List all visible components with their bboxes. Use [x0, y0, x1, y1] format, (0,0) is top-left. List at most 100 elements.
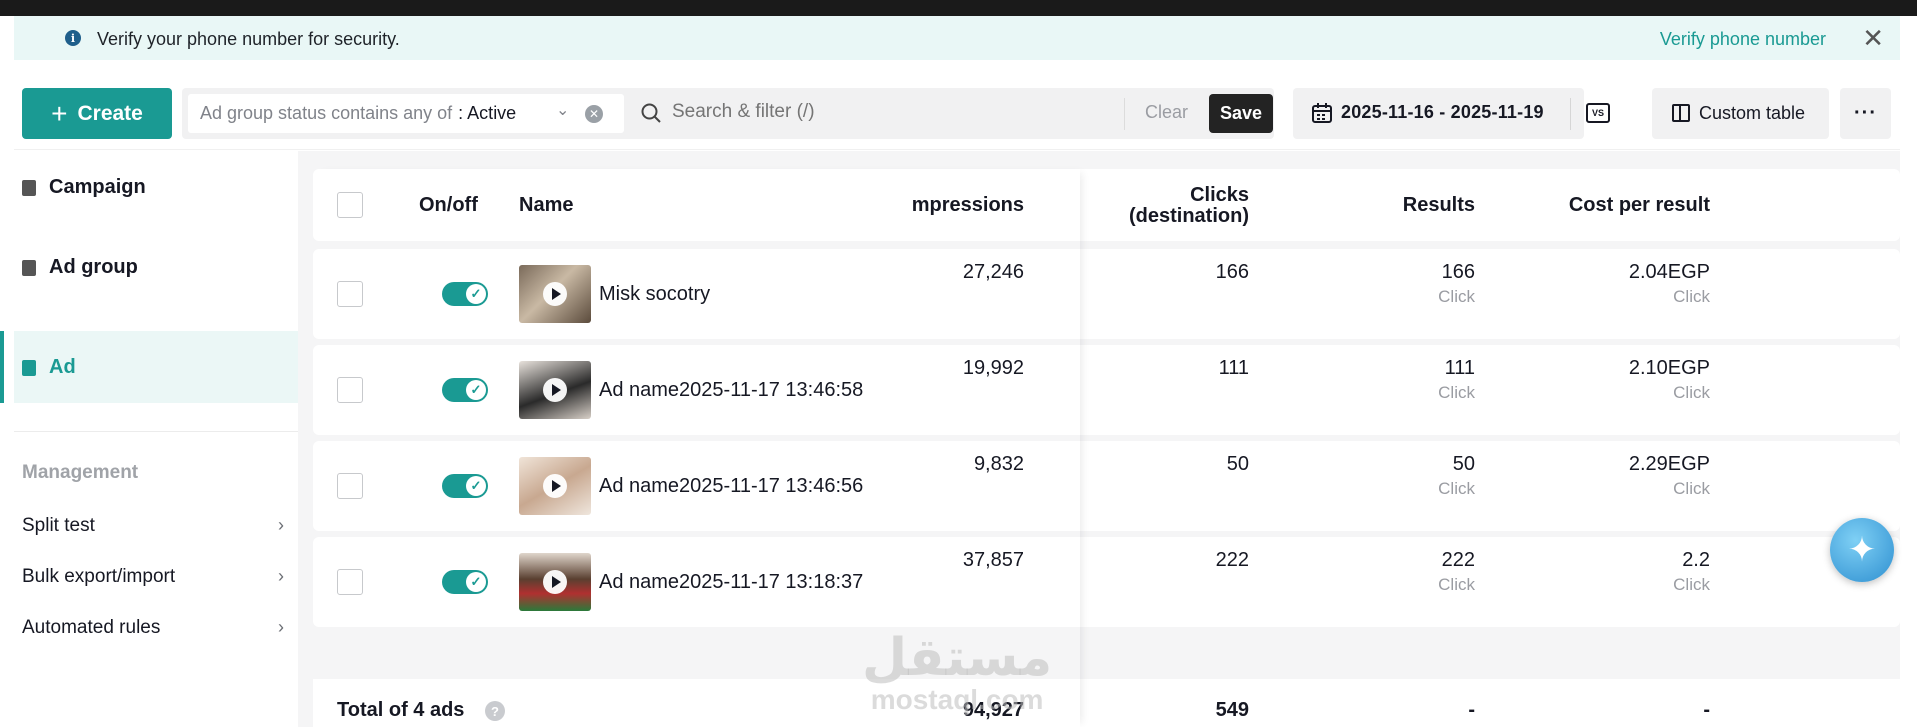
sidebar-item-label: Ad group [49, 255, 138, 278]
impressions-value: 19,992 [962, 357, 1024, 379]
create-button[interactable]: + Create [22, 88, 172, 139]
table-row: ✓ Ad name2025-11-17 13:46:58 19,992 111 … [313, 345, 1900, 435]
sidebar-item-ad-group[interactable]: Ad group [14, 231, 298, 303]
ad-icon [22, 360, 36, 376]
table-row: ✓ Ad name2025-11-17 13:46:56 9,832 50 50… [313, 441, 1900, 531]
sidebar-item-bulk-export-import[interactable]: Bulk export/import › [22, 566, 284, 588]
play-icon [543, 474, 567, 498]
toolbar: + Create Ad group status contains any of… [14, 60, 1900, 150]
window-top-bar [0, 0, 1917, 16]
more-options-button[interactable]: ··· [1840, 88, 1891, 139]
total-clicks: 549 [1215, 699, 1249, 721]
date-divider [1570, 98, 1571, 130]
sidebar-item-ad[interactable]: Ad [0, 331, 298, 403]
management-heading: Management [22, 462, 139, 483]
ad-thumbnail[interactable] [519, 553, 591, 611]
date-range-text: 2025-11-16 - 2025-11-19 [1341, 102, 1544, 122]
verify-phone-link[interactable]: Verify phone number [1660, 29, 1826, 50]
impressions-value: 9,832 [973, 453, 1024, 475]
header-impressions[interactable]: mpressions [912, 194, 1024, 217]
total-label: Total of 4 ads [337, 699, 465, 721]
clicks-value: 50 [1226, 453, 1249, 475]
folder-icon [22, 180, 36, 196]
ad-toggle[interactable]: ✓ [442, 474, 488, 498]
row-checkbox[interactable] [337, 281, 363, 307]
results-type: Click [1438, 479, 1475, 498]
chevron-right-icon: › [278, 515, 284, 535]
custom-table-button[interactable]: Custom table [1652, 88, 1829, 139]
ad-toggle[interactable]: ✓ [442, 282, 488, 306]
cost-value: 2.10EGP [1628, 357, 1710, 379]
date-range-picker[interactable]: 2025-11-16 - 2025-11-19 VS [1293, 88, 1610, 139]
sidebar-item-split-test[interactable]: Split test › [22, 515, 284, 537]
ad-name[interactable]: Ad name2025-11-17 13:46:56 [599, 475, 863, 498]
ad-toggle[interactable]: ✓ [442, 378, 488, 402]
row-checkbox[interactable] [337, 473, 363, 499]
select-all-checkbox[interactable] [337, 192, 363, 218]
cost-type: Click [1673, 479, 1710, 498]
ad-name[interactable]: Ad name2025-11-17 13:18:37 [599, 571, 863, 594]
results-type: Click [1438, 383, 1475, 402]
sidebar-item-label: Bulk export/import [22, 566, 176, 587]
cost-value: 2.04EGP [1628, 261, 1710, 283]
ads-table-area: On/off Name mpressions Clicks (destinati… [298, 151, 1900, 727]
ad-name[interactable]: Ad name2025-11-17 13:46:58 [599, 379, 863, 402]
total-impressions: 94,927 [962, 699, 1024, 721]
results-value: 166 [1441, 261, 1475, 283]
sidebar-item-label: Campaign [49, 175, 146, 198]
check-icon: ✓ [466, 284, 486, 304]
banner-message: Verify your phone number for security. [97, 29, 400, 49]
clicks-value: 166 [1215, 261, 1249, 283]
cost-type: Click [1673, 383, 1710, 402]
filter-chip-prefix: Ad group status contains any of [200, 103, 453, 123]
assistant-fab[interactable]: ✦ [1830, 518, 1894, 582]
sidebar-item-campaign[interactable]: Campaign [14, 151, 298, 223]
verify-phone-banner: i Verify your phone number for security.… [14, 16, 1900, 60]
ad-thumbnail[interactable] [519, 265, 591, 323]
filter-chip[interactable]: Ad group status contains any of : Active… [188, 94, 624, 133]
sidebar: Campaign Ad group Ad Management Split te… [0, 151, 298, 727]
close-icon[interactable]: ✕ [1862, 24, 1884, 52]
play-icon [543, 570, 567, 594]
ad-thumbnail[interactable] [519, 361, 591, 419]
header-name[interactable]: Name [519, 194, 573, 217]
filter-chip-value: : Active [458, 103, 517, 123]
row-checkbox[interactable] [337, 569, 363, 595]
clear-button[interactable]: Clear [1145, 102, 1188, 123]
check-icon: ✓ [466, 476, 486, 496]
filter-bar: Ad group status contains any of : Active… [182, 88, 1274, 139]
help-icon[interactable]: ? [485, 701, 505, 721]
chevron-right-icon: › [278, 566, 284, 586]
app-shell: i Verify your phone number for security.… [0, 16, 1900, 727]
header-results[interactable]: Results [1403, 194, 1475, 217]
info-icon: i [65, 30, 81, 46]
chevron-down-icon[interactable]: ⌄ [556, 100, 569, 120]
calendar-icon [1312, 103, 1332, 123]
total-results: - [1468, 699, 1475, 721]
header-clicks-line2: (destination) [1129, 205, 1249, 227]
check-icon: ✓ [466, 380, 486, 400]
remove-filter-icon[interactable]: ✕ [585, 105, 603, 123]
create-button-label: Create [77, 101, 143, 125]
header-cost-per-result[interactable]: Cost per result [1569, 194, 1710, 217]
compare-vs-button[interactable]: VS [1586, 103, 1610, 123]
header-clicks[interactable]: Clicks (destination) [1129, 184, 1249, 228]
clicks-value: 222 [1215, 549, 1249, 571]
sidebar-item-label: Automated rules [22, 617, 161, 638]
save-button[interactable]: Save [1209, 94, 1273, 133]
results-type: Click [1438, 287, 1475, 306]
ad-thumbnail[interactable] [519, 457, 591, 515]
play-icon [543, 378, 567, 402]
table-header: On/off Name mpressions Clicks (destinati… [313, 169, 1900, 241]
table-row: ✓ Ad name2025-11-17 13:18:37 37,857 222 … [313, 537, 1900, 627]
ad-name[interactable]: Misk socotry [599, 283, 710, 306]
results-value: 111 [1444, 357, 1475, 379]
results-type: Click [1438, 575, 1475, 594]
total-cost: - [1703, 699, 1710, 721]
search-input[interactable] [672, 101, 1092, 123]
header-clicks-line1: Clicks [1190, 184, 1249, 206]
row-checkbox[interactable] [337, 377, 363, 403]
search-icon [641, 103, 661, 123]
sidebar-item-automated-rules[interactable]: Automated rules › [22, 617, 284, 639]
ad-toggle[interactable]: ✓ [442, 570, 488, 594]
